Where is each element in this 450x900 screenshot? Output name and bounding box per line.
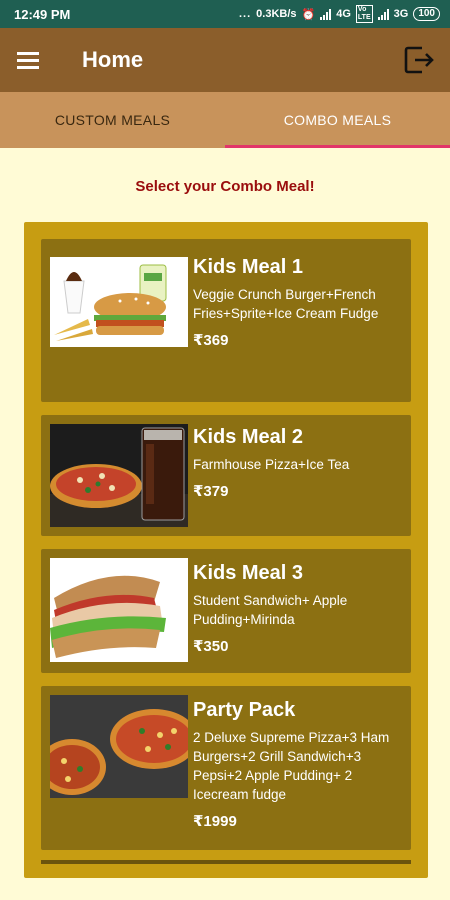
meal-price: ₹350: [193, 638, 229, 655]
section-heading: Select your Combo Meal!: [135, 178, 315, 195]
meal-card-kids-meal-3[interactable]: Kids Meal 3 Student Sandwich+ Apple Pudd…: [41, 549, 411, 673]
tab-combo-meals[interactable]: COMBO MEALS: [225, 92, 450, 148]
meal-description: Veggie Crunch Burger+French Fries+Sprite…: [193, 287, 379, 321]
status-time: 12:49 PM: [14, 6, 71, 22]
meal-price: ₹1999: [193, 813, 237, 830]
network-speed: 0.3KB/s: [256, 8, 297, 20]
status-bar: 12:49 PM ... 0.3KB/s ⏰ 4G Vo LTE 3G 100: [0, 0, 450, 28]
meal-image-sandwich: [50, 558, 188, 662]
meal-image-pizzas: [50, 695, 188, 798]
signal-icon: [320, 8, 332, 20]
meal-card-kids-meal-1[interactable]: Kids Meal 1 Veggie Crunch Burger+French …: [41, 239, 411, 402]
logout-icon[interactable]: [390, 28, 450, 92]
meal-card-party-pack[interactable]: Party Pack 2 Deluxe Supreme Pizza+3 Ham …: [41, 686, 411, 850]
meal-name: Party Pack: [193, 699, 296, 721]
meal-image-burger: [50, 257, 188, 347]
meal-info: Kids Meal 1 Veggie Crunch Burger+French …: [193, 255, 403, 349]
meal-description: Farmhouse Pizza+Ice Tea: [193, 457, 350, 472]
meals-panel: Kids Meal 1 Veggie Crunch Burger+French …: [24, 222, 428, 878]
page-title: Home: [82, 47, 144, 72]
hamburger-menu-icon[interactable]: [0, 28, 56, 92]
network-type-2: 3G: [393, 8, 409, 20]
network-type-1: 4G: [336, 8, 351, 20]
meal-name: Kids Meal 3: [193, 562, 304, 584]
volte-icon: Vo LTE: [355, 5, 373, 23]
meal-price: ₹369: [193, 332, 229, 349]
meal-name: Kids Meal 2: [193, 426, 304, 448]
meal-card-kids-meal-2[interactable]: Kids Meal 2 Farmhouse Pizza+Ice Tea ₹379: [41, 415, 411, 536]
meal-image-pizza-cola: [50, 424, 188, 527]
status-icons: ... 0.3KB/s ⏰ 4G Vo LTE 3G 100: [239, 5, 440, 23]
app-bar: Home: [0, 28, 450, 92]
meal-info: Party Pack 2 Deluxe Supreme Pizza+3 Ham …: [193, 698, 403, 830]
battery-icon: 100: [413, 7, 440, 21]
meal-description: 2 Deluxe Supreme Pizza+3 Ham Burgers+2 G…: [193, 730, 390, 802]
meal-info: Kids Meal 3 Student Sandwich+ Apple Pudd…: [193, 561, 403, 655]
meal-description: Student Sandwich+ Apple Pudding+Mirinda: [193, 593, 348, 627]
meal-price: ₹379: [193, 483, 229, 500]
next-card-edge: [41, 860, 411, 864]
tab-custom-meals[interactable]: CUSTOM MEALS: [0, 92, 225, 148]
notification-dots: ...: [239, 8, 252, 20]
signal-icon-2: [377, 8, 389, 20]
tab-bar: CUSTOM MEALS COMBO MEALS: [0, 92, 450, 148]
alarm-icon: ⏰: [301, 8, 316, 21]
meal-info: Kids Meal 2 Farmhouse Pizza+Ice Tea ₹379: [193, 425, 403, 500]
meal-name: Kids Meal 1: [193, 256, 304, 278]
